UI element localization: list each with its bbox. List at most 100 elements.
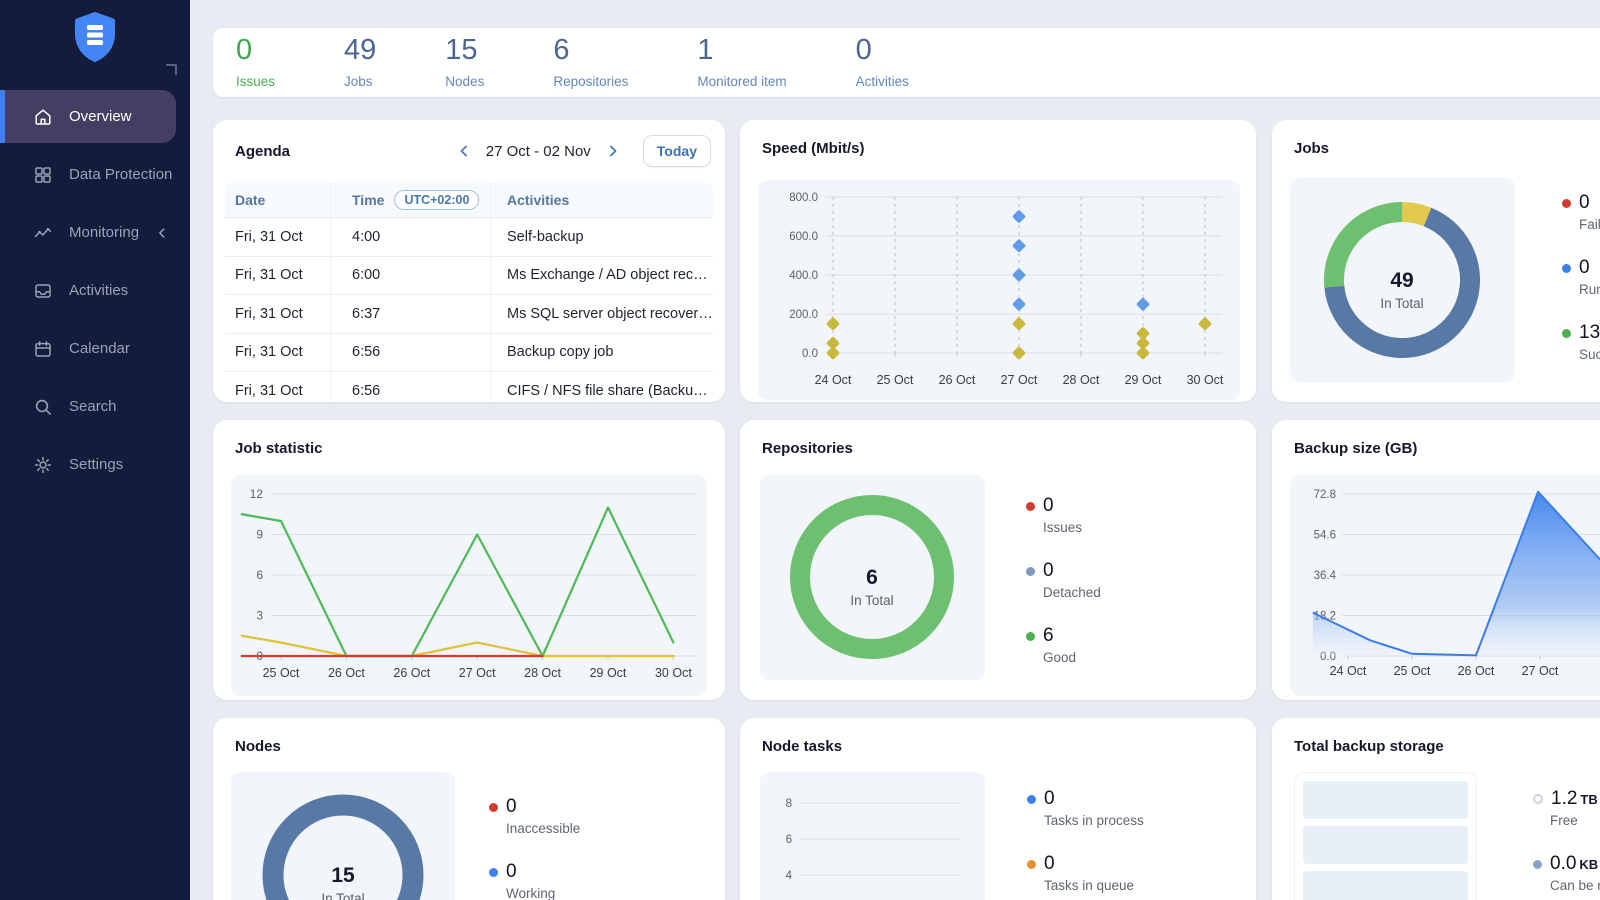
svg-text:49: 49	[1390, 269, 1413, 292]
legend-item-failed: 0Failed	[1562, 192, 1600, 232]
pulse-icon	[33, 223, 53, 243]
sidebar-collapse-icon[interactable]	[166, 64, 177, 75]
agenda-row[interactable]: Fri, 31 Oct6:56CIFS / NFS file share (Ba…	[225, 372, 713, 402]
agenda-title: Agenda	[235, 143, 290, 160]
node-tasks-title: Node tasks	[740, 718, 1256, 755]
agenda-activity: Backup copy job	[507, 344, 613, 360]
agenda-date-nav: 27 Oct - 02 Nov Today	[454, 135, 711, 167]
sidebar-item-data-protection[interactable]: Data Protection	[0, 148, 176, 201]
sidebar-item-activities[interactable]: Activities	[0, 264, 176, 317]
storage-title: Total backup storage	[1272, 718, 1600, 755]
svg-text:24 Oct: 24 Oct	[1330, 664, 1367, 678]
agenda-activity: Ms Exchange / AD object rec…	[507, 267, 708, 283]
svg-text:9: 9	[256, 528, 263, 542]
svg-text:In Total: In Total	[1380, 296, 1423, 311]
stat-value: 15	[445, 36, 484, 65]
stat-activities[interactable]: 0Activities	[856, 36, 909, 89]
legend-label: Success	[1579, 347, 1600, 362]
svg-text:26 Oct: 26 Oct	[939, 373, 976, 387]
home-icon	[33, 107, 53, 127]
legend-value: 1.2TB	[1551, 788, 1598, 810]
legend-value: 0	[1043, 495, 1054, 517]
legend-unit: TB	[1580, 792, 1597, 807]
legend-value: 0	[1579, 257, 1590, 279]
card-nodes: Nodes 15In Total 0Inaccessible0Working	[213, 718, 725, 900]
stat-repositories[interactable]: 6Repositories	[553, 36, 628, 89]
agenda-time: 6:37	[352, 306, 380, 322]
agenda-time: 4:00	[352, 229, 380, 245]
stat-jobs[interactable]: 49Jobs	[344, 36, 376, 89]
stat-issues[interactable]: 0Issues	[236, 36, 275, 89]
agenda-time: 6:56	[352, 344, 380, 360]
agenda-row[interactable]: Fri, 31 Oct 6:00 Ms Exchange / AD object r…	[225, 257, 713, 296]
svg-text:72.8: 72.8	[1314, 489, 1336, 501]
repositories-legend: 0Issues0Detached6Good	[1026, 495, 1101, 690]
svg-text:8: 8	[786, 798, 792, 810]
prev-week-button[interactable]	[454, 141, 474, 161]
sidebar-item-overview[interactable]: Overview	[0, 90, 176, 143]
legend-item-tasks-in-process: 0Tasks in process	[1027, 788, 1144, 828]
sidebar-item-label: Search	[69, 398, 117, 415]
storage-bar	[1303, 826, 1468, 864]
agenda-date: Fri, 31 Oct	[235, 267, 303, 283]
legend-label: Tasks in queue	[1044, 878, 1144, 893]
legend-dot-icon	[1026, 632, 1035, 641]
repositories-title: Repositories	[740, 420, 1256, 457]
svg-text:400.0: 400.0	[789, 270, 818, 282]
svg-text:3: 3	[256, 609, 263, 623]
legend-item-inaccessible: 0Inaccessible	[489, 796, 580, 836]
legend-label: Failed	[1579, 217, 1600, 232]
sidebar-item-search[interactable]: Search	[0, 380, 176, 433]
svg-text:200.0: 200.0	[789, 309, 818, 321]
app-logo	[70, 11, 120, 63]
svg-text:36.4: 36.4	[1314, 570, 1337, 582]
legend-label: Good	[1043, 650, 1101, 665]
legend-label: Running	[1579, 282, 1600, 297]
sidebar-item-monitoring[interactable]: Monitoring	[0, 206, 176, 259]
stat-monitored-item[interactable]: 1Monitored item	[697, 36, 786, 89]
sidebar-item-label: Monitoring	[69, 224, 139, 241]
card-speed: Speed (Mbit/s) 0.0200.0400.0600.0800.024…	[740, 120, 1256, 402]
svg-text:4: 4	[786, 870, 793, 882]
legend-value: 0	[1043, 560, 1054, 582]
legend-dot-icon	[1562, 199, 1571, 208]
svg-text:In Total: In Total	[321, 891, 364, 900]
legend-item-tasks-in-queue: 0Tasks in queue	[1027, 853, 1144, 893]
stat-label: Activities	[856, 74, 909, 89]
backup-size-title: Backup size (GB)	[1272, 420, 1600, 457]
today-button[interactable]: Today	[643, 135, 711, 167]
sidebar-nav: OverviewData Protection Monitoring Activit…	[0, 90, 190, 496]
stat-nodes[interactable]: 15Nodes	[445, 36, 484, 89]
stat-label: Jobs	[344, 74, 376, 89]
agenda-row[interactable]: Fri, 31 Oct4:00Self-backup	[225, 218, 713, 257]
legend-item-can-be-reclaimed: 0.0KBCan be reclaimed	[1533, 853, 1600, 893]
legend-item-working: 0Working	[489, 861, 580, 900]
chevron-left-icon[interactable]	[155, 226, 169, 240]
agenda-row[interactable]: Fri, 31 Oct6:56Backup copy job	[225, 334, 713, 373]
sidebar-item-settings[interactable]: Settings	[0, 438, 176, 491]
agenda-time: 6:00	[352, 267, 380, 283]
agenda-activity: CIFS / NFS file share (Backu…	[507, 383, 708, 399]
svg-text:27 Oct: 27 Oct	[1522, 664, 1559, 678]
sidebar-item-calendar[interactable]: Calendar	[0, 322, 176, 375]
agenda-row[interactable]: Fri, 31 Oct6:37Ms SQL server object reco…	[225, 295, 713, 334]
legend-item-success: 13Success	[1562, 322, 1600, 362]
legend-value: 0.0KB	[1550, 853, 1598, 875]
legend-dot-icon	[489, 803, 498, 812]
search-icon	[33, 397, 53, 417]
svg-text:24 Oct: 24 Oct	[815, 373, 852, 387]
timezone-badge[interactable]: UTC+02:00	[394, 190, 479, 210]
legend-item-good: 6Good	[1026, 625, 1101, 665]
agenda-header: Agenda 27 Oct - 02 Nov Today	[213, 120, 725, 167]
col-header-time: Time	[352, 192, 384, 208]
nodes-donut-chart: 15In Total	[231, 772, 455, 900]
legend-item-free: 1.2TBFree	[1533, 788, 1600, 828]
legend-label: Inaccessible	[506, 821, 580, 836]
legend-item-running: 0 Running	[1562, 257, 1600, 297]
next-week-button[interactable]	[603, 141, 623, 161]
svg-text:26 Oct: 26 Oct	[328, 666, 365, 680]
tray-icon	[33, 281, 53, 301]
job-statistic-line-chart: 03691225 Oct26 Oct26 Oct27 Oct28 Oct29 O…	[231, 475, 707, 696]
svg-text:30 Oct: 30 Oct	[1187, 373, 1224, 387]
stat-label: Repositories	[553, 74, 628, 89]
